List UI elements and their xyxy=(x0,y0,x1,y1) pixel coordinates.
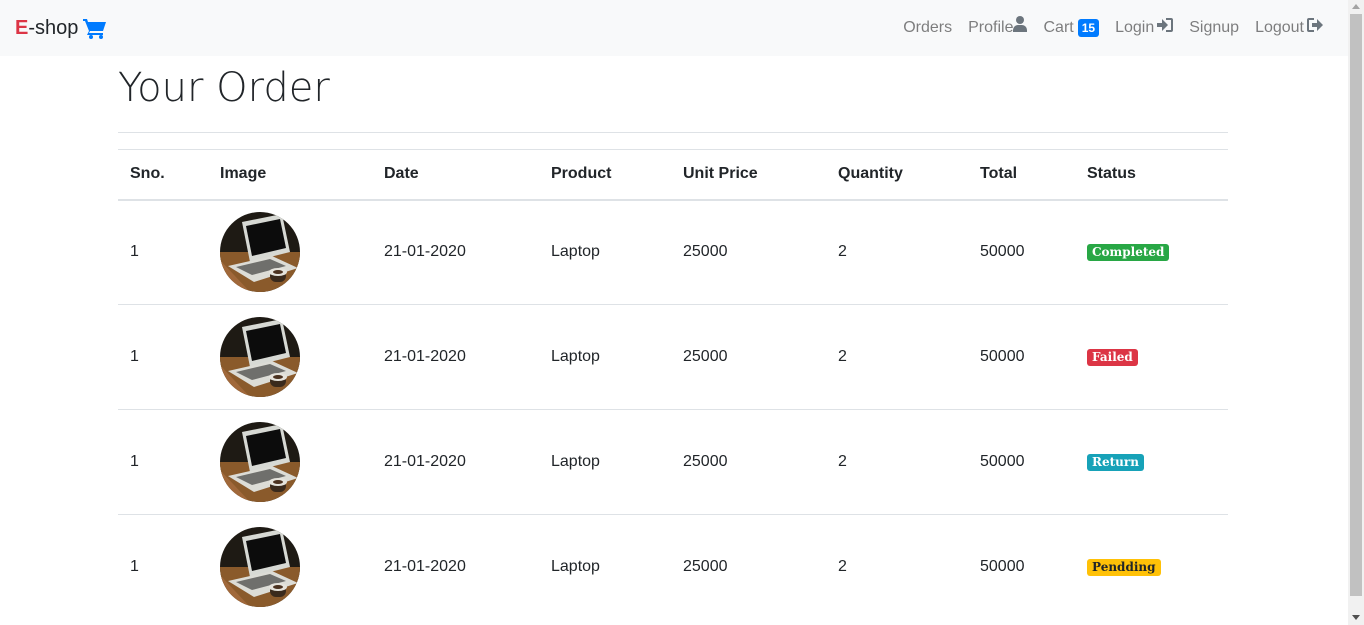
cell-sno: 1 xyxy=(118,304,208,410)
nav-signup-label: Signup xyxy=(1189,19,1240,36)
nav-cart[interactable]: Cart 15 xyxy=(1043,16,1100,40)
product-thumbnail xyxy=(220,422,300,502)
scroll-thumb[interactable] xyxy=(1350,14,1362,596)
status-badge: Completed xyxy=(1087,244,1170,262)
cell-total: 50000 xyxy=(968,304,1075,410)
table-row: 1 21-01-2020 Laptop 25000 2 50000 Penddi… xyxy=(118,515,1228,620)
shopping-cart-icon xyxy=(83,17,107,39)
status-badge: Pendding xyxy=(1087,559,1161,577)
brand-logo[interactable]: E -shop xyxy=(15,14,107,42)
status-badge: Failed xyxy=(1087,349,1138,366)
sign-in-icon xyxy=(1157,16,1174,40)
status-badge: Return xyxy=(1087,454,1144,471)
nav-logout-label: Logout xyxy=(1255,19,1304,36)
header-quantity: Quantity xyxy=(826,149,968,201)
cell-quantity: 2 xyxy=(838,558,847,576)
cell-quantity: 2 xyxy=(826,409,968,515)
brand-name: -shop xyxy=(28,17,79,39)
header-unit-price: Unit Price xyxy=(671,149,826,201)
cell-image xyxy=(208,304,372,410)
product-thumbnail xyxy=(220,212,300,293)
cell-sno: 1 xyxy=(130,558,139,576)
cell-product: Laptop xyxy=(551,558,600,576)
header-row: Sno. Image Date Product Unit Price Quant… xyxy=(118,149,1228,201)
cell-date: 21-01-2020 xyxy=(372,199,539,305)
cell-image xyxy=(208,515,372,620)
nav-orders-label: Orders xyxy=(903,19,953,36)
divider xyxy=(118,132,1228,133)
cell-unit-price: 25000 xyxy=(671,304,826,410)
nav-profile[interactable]: Profile xyxy=(968,16,1028,40)
cell-date: 21-01-2020 xyxy=(372,304,539,410)
cell-unit-price: 25000 xyxy=(683,558,728,576)
cell-sno: 1 xyxy=(118,199,208,305)
header-sno: Sno. xyxy=(118,149,208,201)
page-title: Your Order xyxy=(118,65,330,111)
nav-cart-label: Cart xyxy=(1043,19,1074,36)
cell-image xyxy=(208,199,372,305)
cell-total: 50000 xyxy=(968,199,1075,305)
cell-date: 21-01-2020 xyxy=(384,558,466,576)
cell-status: Failed xyxy=(1075,304,1228,410)
vertical-scrollbar[interactable] xyxy=(1348,0,1364,625)
cell-quantity: 2 xyxy=(826,304,968,410)
table-body: 1 21-01-2020 Laptop 25000 2 50000 Comple… xyxy=(118,199,1228,620)
cart-count-badge: 15 xyxy=(1077,19,1100,37)
header-image: Image xyxy=(208,149,372,201)
orders-table: Sno. Image Date Product Unit Price Quant… xyxy=(118,149,1228,620)
cell-total: 50000 xyxy=(968,409,1075,515)
nav-logout[interactable]: Logout xyxy=(1255,16,1323,40)
cell-product: Laptop xyxy=(539,199,671,305)
header-total: Total xyxy=(968,149,1075,201)
table-header: Sno. Image Date Product Unit Price Quant… xyxy=(118,149,1228,201)
cell-status: Return xyxy=(1075,409,1228,515)
nav-login[interactable]: Login xyxy=(1115,16,1174,40)
nav-profile-label: Profile xyxy=(968,19,1014,36)
cell-total: 50000 xyxy=(980,558,1025,576)
product-thumbnail xyxy=(220,527,300,608)
cell-product: Laptop xyxy=(539,409,671,515)
nav-menu: Orders Profile Cart 15 Login Signup Logo… xyxy=(887,16,1323,40)
header-status: Status xyxy=(1075,149,1228,201)
header-product: Product xyxy=(539,149,671,201)
nav-orders[interactable]: Orders xyxy=(903,16,952,40)
product-thumbnail xyxy=(220,317,300,397)
brand-letter: E xyxy=(15,17,29,39)
nav-signup[interactable]: Signup xyxy=(1189,16,1239,40)
scroll-down-arrow-icon[interactable] xyxy=(1352,615,1360,620)
cell-date: 21-01-2020 xyxy=(372,409,539,515)
table-row: 1 21-01-2020 Laptop 25000 2 50000 Return xyxy=(118,409,1228,515)
cell-product: Laptop xyxy=(539,304,671,410)
cell-image xyxy=(208,409,372,515)
cell-status: Pendding xyxy=(1075,515,1228,620)
navbar: E -shop Orders Profile Cart 15 Login Sig… xyxy=(0,0,1348,56)
header-date: Date xyxy=(372,149,539,201)
cell-unit-price: 25000 xyxy=(671,199,826,305)
cell-quantity: 2 xyxy=(826,199,968,305)
nav-login-label: Login xyxy=(1115,19,1155,36)
table-row: 1 21-01-2020 Laptop 25000 2 50000 Failed xyxy=(118,304,1228,410)
cell-sno: 1 xyxy=(118,409,208,515)
cell-unit-price: 25000 xyxy=(671,409,826,515)
sign-out-icon xyxy=(1307,16,1323,40)
scroll-up-arrow-icon[interactable] xyxy=(1352,4,1360,9)
table-row: 1 21-01-2020 Laptop 25000 2 50000 Comple… xyxy=(118,199,1228,305)
cell-status: Completed xyxy=(1075,199,1228,305)
user-icon xyxy=(1013,16,1028,40)
